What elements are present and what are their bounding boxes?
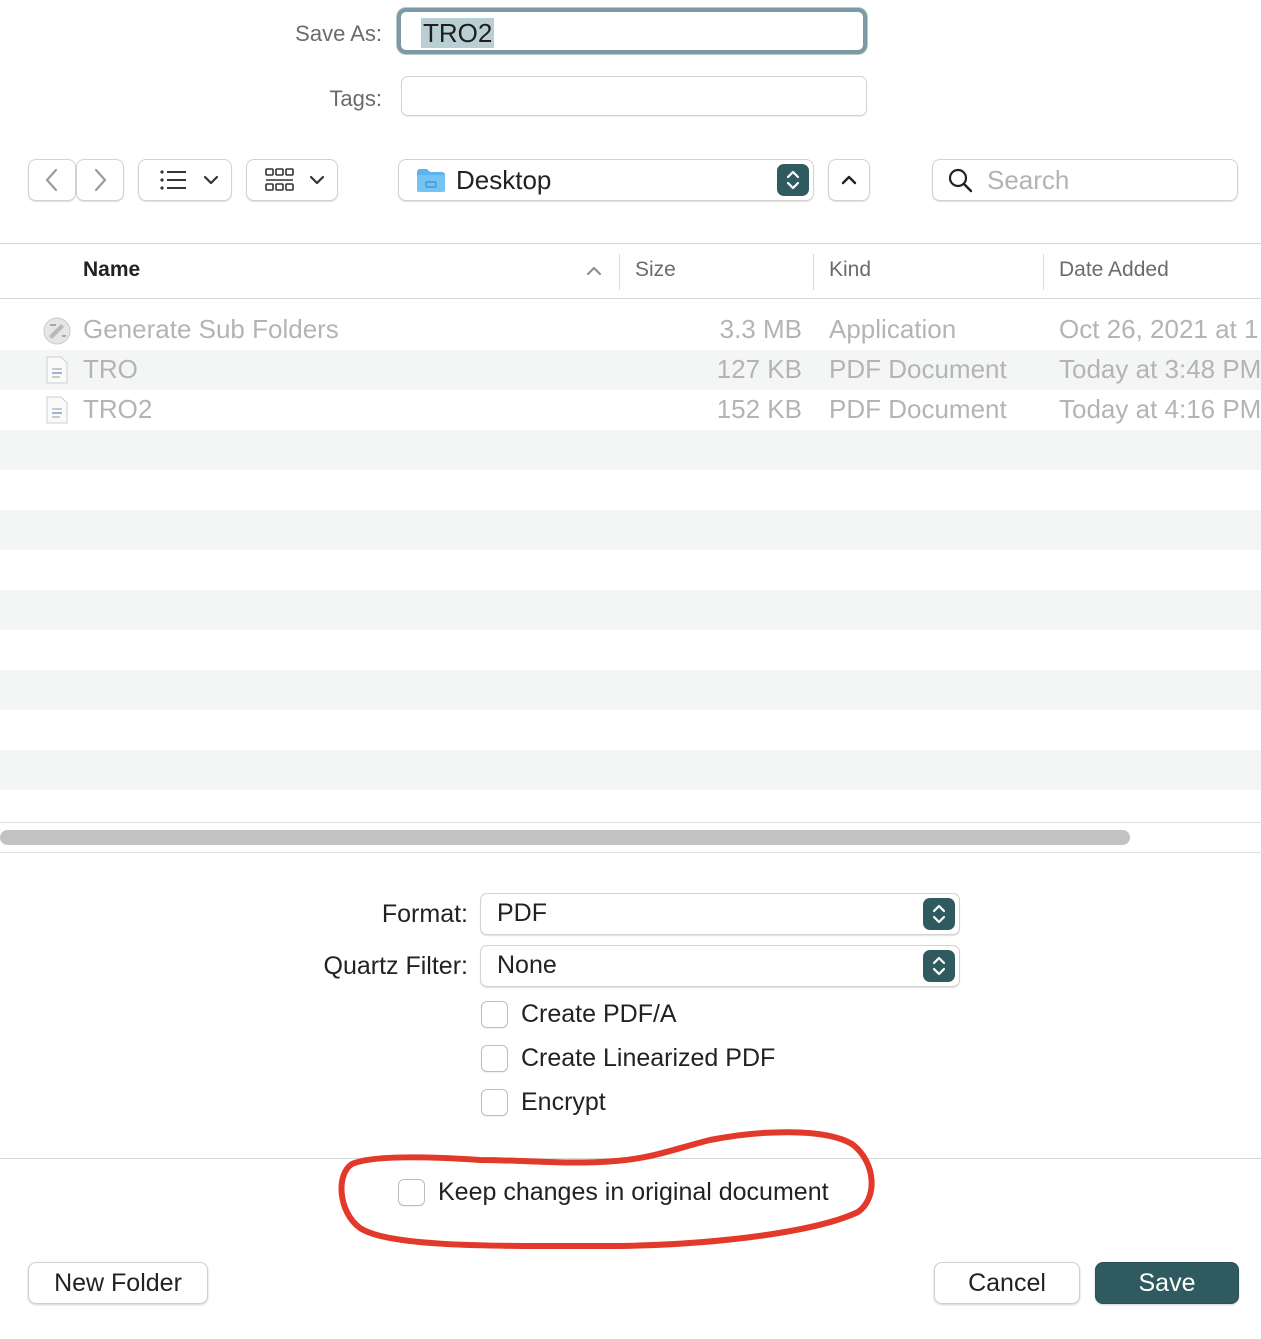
chevron-down-icon bbox=[309, 175, 325, 185]
folder-icon bbox=[417, 169, 445, 192]
column-name[interactable]: Name bbox=[83, 258, 140, 282]
sort-ascending-icon bbox=[587, 267, 601, 275]
quartz-filter-label: Quartz Filter: bbox=[323, 952, 468, 980]
quartz-filter-stepper[interactable] bbox=[923, 950, 955, 982]
table-row[interactable]: TRO2 152 KB PDF Document Today at 4:16 P… bbox=[0, 390, 1261, 430]
save-button[interactable]: Save bbox=[1095, 1262, 1239, 1304]
grid-icon bbox=[265, 168, 294, 191]
column-kind[interactable]: Kind bbox=[829, 258, 871, 282]
encrypt-label[interactable]: Encrypt bbox=[521, 1088, 606, 1117]
up-down-chevron-icon bbox=[932, 904, 946, 924]
search-icon bbox=[948, 168, 973, 193]
row-name: TRO2 bbox=[83, 394, 153, 424]
empty-row bbox=[0, 670, 1261, 710]
format-label: Format: bbox=[381, 900, 468, 928]
pdf-document-icon bbox=[46, 356, 68, 384]
column-date-added[interactable]: Date Added bbox=[1059, 258, 1169, 282]
row-kind: PDF Document bbox=[829, 394, 1007, 424]
row-name: Generate Sub Folders bbox=[83, 314, 339, 344]
chevron-right-icon bbox=[94, 168, 107, 192]
chevron-down-icon bbox=[203, 175, 219, 185]
up-down-chevron-icon bbox=[786, 170, 800, 190]
enclosing-folder-button[interactable] bbox=[828, 159, 870, 201]
pdf-document-icon bbox=[46, 396, 68, 424]
format-value: PDF bbox=[497, 899, 547, 927]
save-as-label: Save As: bbox=[295, 21, 382, 46]
row-size: 3.3 MB bbox=[719, 314, 802, 344]
application-icon bbox=[43, 317, 71, 345]
horizontal-scrollbar[interactable] bbox=[0, 822, 1261, 853]
create-pdfa-checkbox[interactable] bbox=[481, 1001, 508, 1028]
list-icon bbox=[160, 170, 186, 190]
back-button[interactable] bbox=[28, 159, 76, 201]
encrypt-checkbox[interactable] bbox=[481, 1089, 508, 1116]
row-kind: Application bbox=[829, 314, 957, 344]
save-as-field[interactable]: TRO2 bbox=[397, 8, 867, 54]
search-placeholder: Search bbox=[987, 164, 1070, 195]
chevron-up-icon bbox=[841, 175, 857, 185]
scrollbar-thumb[interactable] bbox=[0, 830, 1130, 845]
empty-row bbox=[0, 590, 1261, 630]
location-stepper[interactable] bbox=[777, 164, 809, 196]
create-linearized-pdf-label[interactable]: Create Linearized PDF bbox=[521, 1044, 775, 1073]
row-date: Today at 4:16 PM bbox=[1059, 394, 1261, 424]
up-down-chevron-icon bbox=[932, 956, 946, 976]
table-row[interactable]: TRO 127 KB PDF Document Today at 3:48 PM bbox=[0, 350, 1261, 390]
column-size[interactable]: Size bbox=[635, 258, 676, 282]
search-field[interactable]: Search bbox=[932, 159, 1238, 201]
forward-button[interactable] bbox=[76, 159, 124, 201]
location-popup[interactable]: Desktop bbox=[398, 159, 814, 201]
empty-row bbox=[0, 430, 1261, 470]
row-date: Oct 26, 2021 at 1 bbox=[1059, 314, 1259, 344]
red-annotation-circle bbox=[338, 1129, 875, 1250]
save-as-value[interactable]: TRO2 bbox=[421, 18, 495, 48]
quartz-filter-value: None bbox=[497, 951, 557, 979]
create-linearized-pdf-checkbox[interactable] bbox=[481, 1045, 508, 1072]
tags-label: Tags: bbox=[329, 86, 382, 111]
list-view-button[interactable] bbox=[138, 159, 232, 201]
table-row[interactable]: Generate Sub Folders 3.3 MB Application … bbox=[0, 310, 1261, 350]
tags-field[interactable] bbox=[401, 76, 867, 116]
cancel-button[interactable]: Cancel bbox=[934, 1262, 1080, 1304]
new-folder-button[interactable]: New Folder bbox=[28, 1262, 208, 1304]
empty-row bbox=[0, 750, 1261, 790]
row-date: Today at 3:48 PM bbox=[1059, 354, 1261, 384]
row-size: 152 KB bbox=[716, 394, 802, 424]
row-size: 127 KB bbox=[716, 354, 802, 384]
row-name: TRO bbox=[83, 354, 138, 384]
grid-view-button[interactable] bbox=[246, 159, 338, 201]
quartz-filter-popup[interactable]: None bbox=[480, 945, 960, 987]
empty-row bbox=[0, 510, 1261, 550]
chevron-left-icon bbox=[45, 168, 58, 192]
location-label: Desktop bbox=[456, 164, 552, 195]
create-pdfa-label[interactable]: Create PDF/A bbox=[521, 1000, 677, 1029]
format-stepper[interactable] bbox=[923, 898, 955, 930]
row-kind: PDF Document bbox=[829, 354, 1007, 384]
table-header: Name Size Kind Date Added bbox=[0, 243, 1261, 299]
format-popup[interactable]: PDF bbox=[480, 893, 960, 935]
